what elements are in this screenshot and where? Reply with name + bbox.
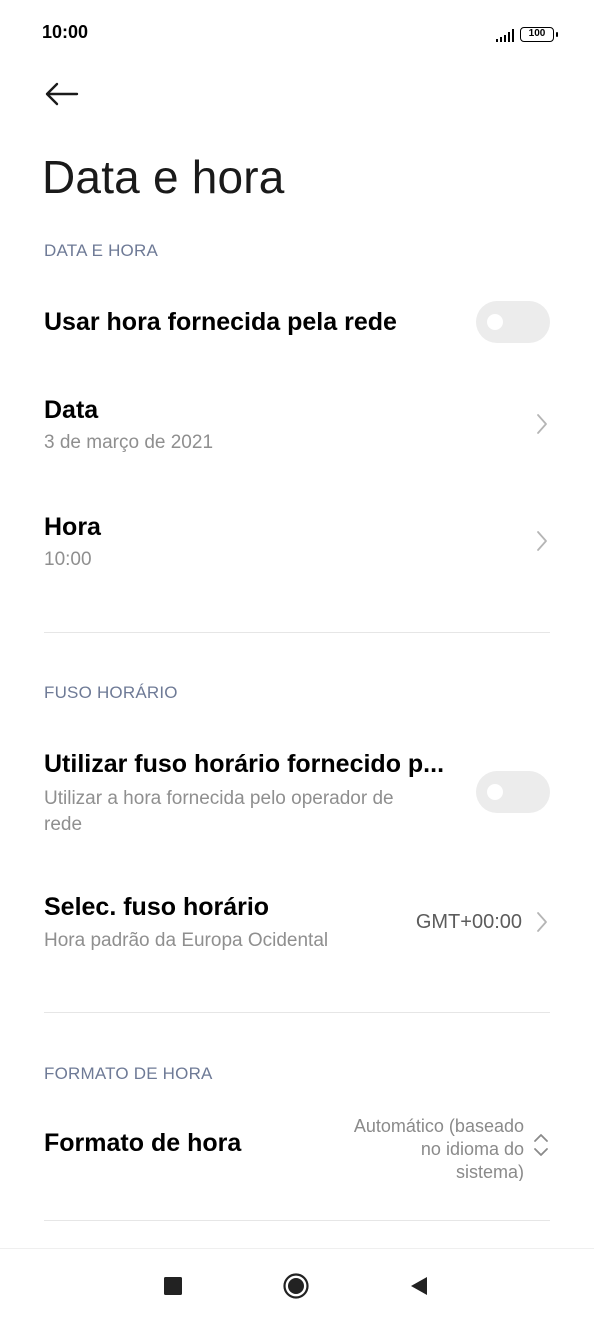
toggle-knob — [487, 314, 503, 330]
format-value-line: sistema) — [455, 1162, 524, 1181]
toggle-knob — [487, 784, 503, 800]
divider — [44, 1012, 550, 1013]
divider — [44, 1220, 550, 1221]
square-icon — [164, 1277, 182, 1295]
time-row[interactable]: Hora 10:00 — [0, 502, 594, 586]
divider — [44, 632, 550, 633]
triangle-back-icon — [411, 1277, 427, 1295]
network-timezone-row[interactable]: Utilizar fuso horário fornecido p... Uti… — [0, 740, 594, 840]
date-value: 3 de março de 2021 — [44, 432, 214, 453]
subtitle-line: rede — [44, 814, 83, 835]
subtitle-line: Utilizar a hora fornecida pelo operador … — [44, 788, 394, 809]
network-time-title: Usar hora fornecida pela rede — [44, 308, 397, 336]
time-value: 10:00 — [44, 549, 92, 570]
select-timezone-title: Selec. fuso horário — [44, 893, 270, 921]
format-value-line: no idioma do — [420, 1139, 524, 1159]
page-title: Data e hora — [42, 151, 285, 203]
section-header-date-time: DATA E HORA — [44, 241, 158, 260]
navigation-bar — [0, 1248, 594, 1320]
network-timezone-toggle[interactable] — [476, 771, 550, 813]
back-button[interactable] — [40, 74, 84, 114]
recents-button[interactable] — [158, 1271, 188, 1301]
battery-level: 100 — [528, 28, 546, 39]
back-arrow-icon — [45, 82, 79, 106]
time-format-row[interactable]: Formato de hora Automático (baseado no i… — [0, 1108, 594, 1181]
date-title: Data — [44, 396, 99, 424]
signal-icon — [496, 28, 514, 42]
format-value-line: Automático (baseado — [353, 1116, 524, 1136]
timezone-value: GMT+00:00 — [415, 911, 522, 933]
battery-icon: 100 — [520, 27, 558, 42]
time-format-value: Automático (baseado no idioma do sistema… — [314, 1115, 524, 1181]
status-icons: 100 — [496, 24, 558, 42]
section-header-time-zone: FUSO HORÁRIO — [44, 683, 178, 702]
status-bar: 10:00 100 — [0, 0, 594, 66]
home-button[interactable] — [281, 1271, 311, 1301]
circle-icon — [283, 1273, 309, 1299]
network-timezone-title: Utilizar fuso horário fornecido p... — [44, 750, 445, 778]
nav-back-button[interactable] — [404, 1271, 434, 1301]
time-format-title: Formato de hora — [44, 1129, 242, 1157]
chevron-right-icon — [537, 414, 547, 434]
network-time-row[interactable]: Usar hora fornecida pela rede — [0, 290, 594, 356]
chevron-right-icon — [537, 531, 547, 551]
select-timezone-subtitle: Hora padrão da Europa Ocidental — [44, 930, 329, 951]
time-title: Hora — [44, 513, 101, 541]
chevron-up-down-icon — [534, 1134, 548, 1156]
network-time-toggle[interactable] — [476, 301, 550, 343]
status-time: 10:00 — [42, 22, 89, 42]
chevron-right-icon — [537, 912, 547, 932]
section-header-time-format: FORMATO DE HORA — [44, 1064, 213, 1083]
network-timezone-subtitle: Utilizar a hora fornecida pelo operador … — [44, 786, 464, 838]
date-row[interactable]: Data 3 de março de 2021 — [0, 386, 594, 470]
select-timezone-row[interactable]: Selec. fuso horário Hora padrão da Europ… — [0, 882, 594, 962]
